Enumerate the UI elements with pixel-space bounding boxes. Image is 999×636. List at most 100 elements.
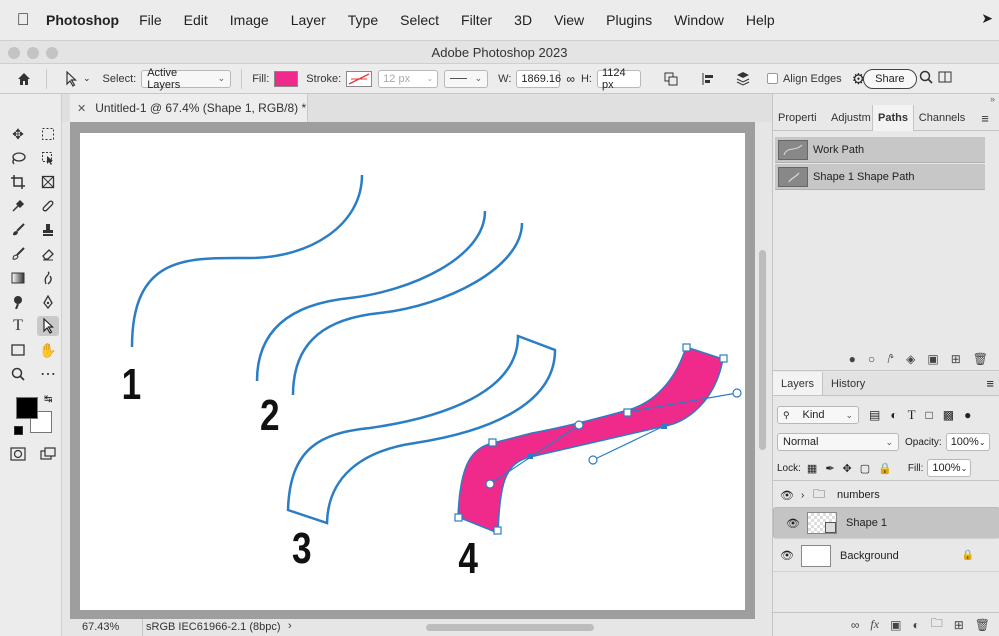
vertical-scrollbar[interactable] (756, 122, 770, 619)
clone-stamp-tool-icon[interactable] (37, 220, 59, 240)
frame-tool-icon[interactable] (37, 172, 59, 192)
menu-help[interactable]: Help (746, 12, 775, 28)
healing-brush-tool-icon[interactable] (37, 196, 59, 216)
layer-row-background[interactable]: 👁 Background 🔒 (773, 540, 999, 572)
add-mask-icon[interactable]: ▣ (890, 618, 901, 632)
type-tool-icon[interactable]: T (7, 316, 29, 336)
lock-transparent-icon[interactable]: ▦ (807, 462, 817, 475)
canvas-area[interactable]: 1 2 3 4 (70, 122, 755, 619)
crop-tool-icon[interactable] (7, 172, 29, 192)
direct-selection-tool-icon[interactable] (59, 68, 83, 90)
filter-shape-icon[interactable]: □ (926, 408, 933, 422)
path-arrangement-icon[interactable] (731, 68, 755, 90)
zoom-tool-icon[interactable] (7, 364, 29, 384)
visibility-eye-icon[interactable]: 👁 (773, 489, 801, 502)
height-input[interactable]: 1124 px (596, 67, 641, 91)
new-group-icon[interactable]: 🗀 (931, 614, 943, 635)
stroke-width-input[interactable]: 12 px ⌄ (378, 69, 439, 88)
new-layer-icon[interactable]: ⊞ (954, 618, 964, 632)
document-canvas[interactable]: 1 2 3 4 (80, 133, 745, 610)
filter-smart-object-icon[interactable]: ▩ (943, 408, 954, 422)
hand-tool-icon[interactable]: ✋ (37, 340, 59, 360)
path-alignment-icon[interactable] (697, 68, 721, 90)
collapse-panels-icon[interactable]: » (990, 94, 995, 104)
rectangle-tool-icon[interactable] (7, 340, 29, 360)
menu-layer[interactable]: Layer (291, 12, 326, 28)
menu-image[interactable]: Image (230, 12, 269, 28)
stroke-color-swatch[interactable] (346, 70, 373, 87)
object-selection-tool-icon[interactable] (37, 148, 59, 168)
lock-position-icon[interactable]: ✥ (843, 462, 852, 475)
menu-file[interactable]: File (139, 12, 162, 28)
path-item-work-path[interactable]: Work Path (775, 137, 985, 163)
delete-path-icon[interactable]: 🗑 (973, 352, 988, 366)
search-icon[interactable] (919, 70, 933, 87)
layer-row-numbers[interactable]: 👁 › 🗀 numbers (773, 480, 999, 510)
menu-plugins[interactable]: Plugins (606, 12, 652, 28)
tab-adjustments[interactable]: Adjustm (826, 105, 872, 131)
document-tab[interactable]: ✕ Untitled-1 @ 67.4% (Shape 1, RGB/8) * (70, 94, 308, 122)
lasso-tool-icon[interactable] (7, 148, 29, 168)
delete-layer-icon[interactable]: 🗑 (975, 618, 990, 632)
layers-panel-menu-icon[interactable]: ≡ (986, 376, 994, 391)
lock-artboard-icon[interactable]: ▢ (860, 462, 870, 475)
menu-type[interactable]: Type (348, 12, 378, 28)
tab-channels[interactable]: Channels (914, 105, 970, 131)
make-work-path-icon[interactable]: ◈ (906, 352, 915, 366)
menu-view[interactable]: View (554, 12, 584, 28)
opacity-input[interactable]: 100% ⌄ (945, 433, 990, 451)
new-path-icon[interactable]: ⊞ (951, 352, 961, 366)
home-icon[interactable] (12, 68, 36, 90)
zoom-level[interactable]: 67.43% (82, 621, 119, 633)
marquee-tool-icon[interactable] (37, 124, 59, 144)
fill-input[interactable]: 100% ⌄ (927, 459, 972, 477)
menu-filter[interactable]: Filter (461, 12, 492, 28)
visibility-eye-icon[interactable]: 👁 (779, 517, 807, 530)
tab-paths[interactable]: Paths (872, 105, 914, 131)
link-icon[interactable]: ∞ (566, 72, 575, 86)
filter-toggle-icon[interactable]: ● (964, 408, 971, 422)
stroke-path-icon[interactable]: ○ (868, 352, 875, 366)
stroke-type-dropdown[interactable]: ⌄ (444, 69, 489, 88)
tool-preset-chevron-icon[interactable]: ⌄ (83, 73, 91, 84)
horizontal-scroll-thumb[interactable] (426, 624, 594, 631)
move-tool-icon[interactable]: ✥ (7, 124, 29, 144)
share-button[interactable]: Share (863, 68, 917, 89)
visibility-eye-icon[interactable]: 👁 (773, 549, 801, 562)
path-selection-tool-icon[interactable] (37, 316, 59, 336)
path-operations-icon[interactable] (659, 68, 683, 90)
add-mask-icon[interactable]: ▣ (927, 352, 938, 366)
foreground-color-swatch[interactable] (16, 397, 38, 419)
menu-edit[interactable]: Edit (184, 12, 208, 28)
eraser-tool-icon[interactable] (37, 244, 59, 264)
menu-app-name[interactable]: Photoshop (46, 12, 119, 28)
filter-adjustment-icon[interactable]: ◐ (890, 408, 897, 422)
filter-type-icon[interactable]: T (908, 407, 916, 423)
default-colors-icon[interactable] (14, 426, 23, 435)
close-tab-icon[interactable]: ✕ (77, 102, 86, 115)
link-layers-icon[interactable]: ∞ (851, 618, 860, 632)
lock-all-icon[interactable]: 🔒 (878, 462, 892, 475)
history-brush-tool-icon[interactable] (7, 244, 29, 264)
blend-mode-dropdown[interactable]: Normal ⌄ (777, 433, 899, 451)
apple-menu-icon[interactable]:  (0, 10, 46, 30)
screen-mode-icon[interactable] (37, 444, 59, 464)
layer-style-fx-icon[interactable]: fx (870, 617, 879, 632)
align-edges-checkbox[interactable] (766, 73, 778, 84)
layer-row-shape-1[interactable]: 👁 Shape 1 (773, 507, 999, 539)
tab-properties[interactable]: Properti (773, 105, 826, 131)
adjustment-layer-icon[interactable]: ◐ (912, 618, 919, 632)
tab-layers[interactable]: Layers (773, 372, 824, 395)
eyedropper-tool-icon[interactable] (7, 196, 29, 216)
width-input[interactable]: 1869.16 (516, 69, 561, 88)
status-menu-chevron-icon[interactable]: › (288, 620, 292, 632)
fill-path-icon[interactable]: ● (849, 352, 856, 366)
more-tools-icon[interactable]: ⋯ (37, 364, 59, 384)
smudge-tool-icon[interactable] (37, 268, 59, 288)
quick-mask-icon[interactable] (7, 444, 29, 464)
expand-group-chevron-icon[interactable]: › (801, 490, 813, 501)
pen-tool-icon[interactable] (37, 292, 59, 312)
panel-menu-icon[interactable]: ≡ (970, 105, 999, 131)
gradient-tool-icon[interactable] (7, 268, 29, 288)
menu-select[interactable]: Select (400, 12, 439, 28)
